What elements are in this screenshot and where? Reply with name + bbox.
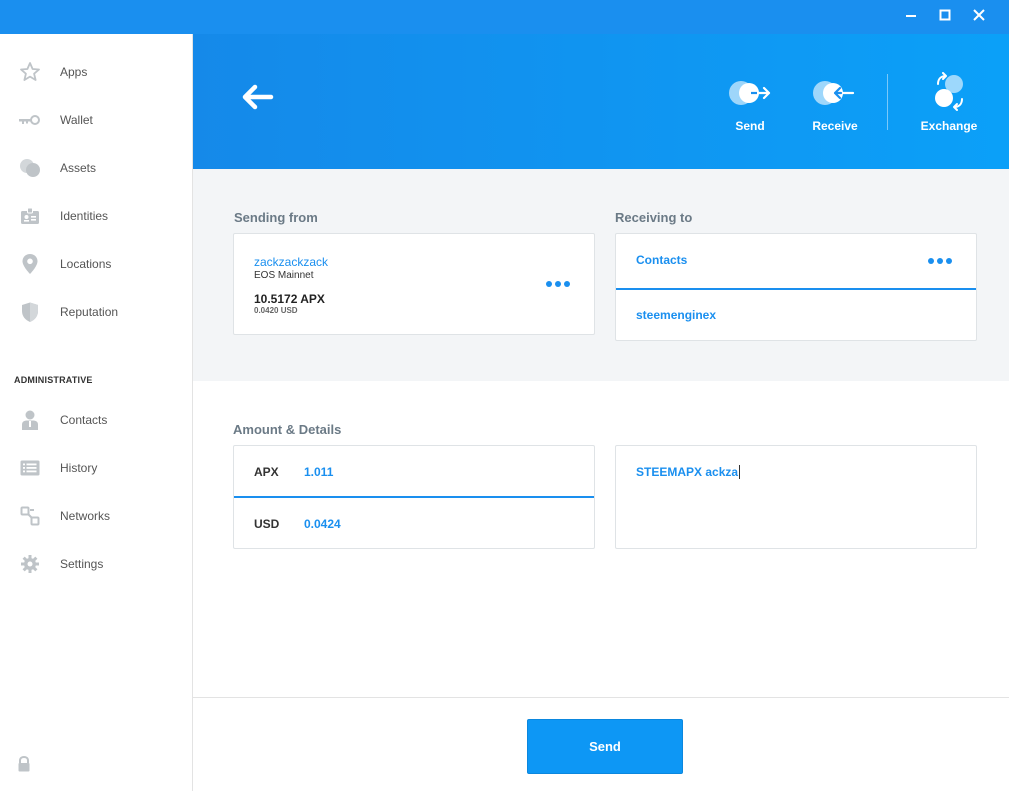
send-action-label: Send [735, 119, 765, 133]
receive-action-button[interactable]: Receive [807, 76, 863, 136]
person-icon [22, 410, 38, 430]
arrow-left-icon [242, 84, 274, 110]
maximize-button[interactable] [928, 0, 962, 34]
sidebar-item-reputation[interactable]: Reputation [0, 292, 192, 332]
back-button[interactable] [239, 82, 275, 112]
location-pin-icon [22, 254, 38, 274]
sidebar: Apps Wallet Assets Identities Locations … [0, 34, 193, 791]
coins-icon [20, 159, 40, 177]
close-icon [973, 9, 985, 21]
receiving-to-title: Receiving to [615, 210, 693, 225]
memo-field[interactable]: STEEMAPX ackza [615, 445, 977, 549]
send-button[interactable]: Send [527, 719, 683, 774]
sidebar-item-assets[interactable]: Assets [0, 148, 192, 188]
selector-underline [616, 288, 976, 290]
sidebar-item-networks[interactable]: Networks [0, 496, 192, 536]
sidebar-item-identities[interactable]: Identities [0, 196, 192, 236]
exchange-action-button[interactable]: Exchange [917, 72, 981, 136]
token-balance: 10.5172 APX [254, 292, 325, 306]
close-button[interactable] [962, 0, 996, 34]
sending-account-card[interactable]: zackzackzack EOS Mainnet 10.5172 APX 0.0… [233, 233, 595, 335]
sidebar-item-contacts[interactable]: Contacts [0, 400, 192, 440]
memo-text-wrapper: STEEMAPX ackza [636, 465, 741, 479]
sidebar-item-label: Settings [60, 557, 104, 571]
minimize-button[interactable] [894, 0, 928, 34]
send-action-button[interactable]: Send [725, 76, 775, 136]
fiat-code: USD [254, 517, 280, 531]
sidebar-item-label: Assets [60, 161, 97, 175]
sidebar-item-label: Reputation [60, 305, 119, 319]
admin-section-heading: ADMINISTRATIVE [14, 375, 93, 385]
network-icon [20, 506, 40, 526]
sidebar-item-locations[interactable]: Locations [0, 244, 192, 284]
star-icon [20, 62, 40, 81]
amount-divider [234, 496, 594, 498]
recipient-card: Contacts steemenginex [615, 233, 977, 341]
sidebar-item-label: Apps [60, 65, 88, 79]
amount-details-title: Amount & Details [233, 422, 342, 437]
send-icon [729, 81, 771, 105]
network-name: EOS Mainnet [254, 270, 314, 281]
recipient-name[interactable]: steemenginex [636, 308, 716, 322]
sidebar-item-settings[interactable]: Settings [0, 544, 192, 584]
exchange-icon [935, 72, 963, 111]
maximize-icon [939, 9, 951, 21]
sidebar-item-history[interactable]: History [0, 448, 192, 488]
sidebar-item-label: Identities [60, 209, 109, 223]
token-amount-input[interactable]: 1.011 [304, 465, 333, 479]
receive-icon [813, 81, 855, 105]
contacts-selector[interactable]: Contacts [636, 253, 687, 267]
sidebar-item-label: Networks [60, 509, 111, 523]
sidebar-item-label: Contacts [60, 413, 108, 427]
receive-action-label: Receive [812, 119, 858, 133]
memo-text: STEEMAPX ackza [636, 465, 739, 479]
sending-from-title: Sending from [234, 210, 318, 225]
lock-icon[interactable] [16, 755, 32, 773]
fiat-balance: 0.0420 USD [254, 306, 298, 315]
key-icon [19, 115, 40, 125]
header-bar: Send Receive Exchange [193, 34, 1009, 169]
footer-divider [193, 697, 1009, 698]
gear-icon [21, 555, 39, 573]
sidebar-item-label: Locations [60, 257, 112, 271]
account-options-button[interactable] [546, 280, 570, 288]
sidebar-item-label: History [60, 461, 98, 475]
sidebar-item-wallet[interactable]: Wallet [0, 100, 192, 140]
shield-icon [22, 302, 38, 322]
account-name: zackzackzack [254, 255, 329, 269]
amount-card: APX 1.011 USD 0.0424 [233, 445, 595, 549]
title-bar [0, 0, 1009, 34]
fiat-amount-input[interactable]: 0.0424 [304, 517, 341, 531]
id-card-icon [21, 207, 39, 224]
exchange-action-label: Exchange [920, 119, 978, 133]
text-caret [739, 465, 741, 479]
minimize-icon [906, 15, 916, 17]
header-divider [887, 74, 888, 130]
sidebar-item-apps[interactable]: Apps [0, 52, 192, 92]
contacts-options-button[interactable] [928, 257, 952, 265]
sidebar-item-label: Wallet [60, 113, 93, 127]
list-icon [20, 460, 40, 476]
token-code: APX [254, 465, 279, 479]
